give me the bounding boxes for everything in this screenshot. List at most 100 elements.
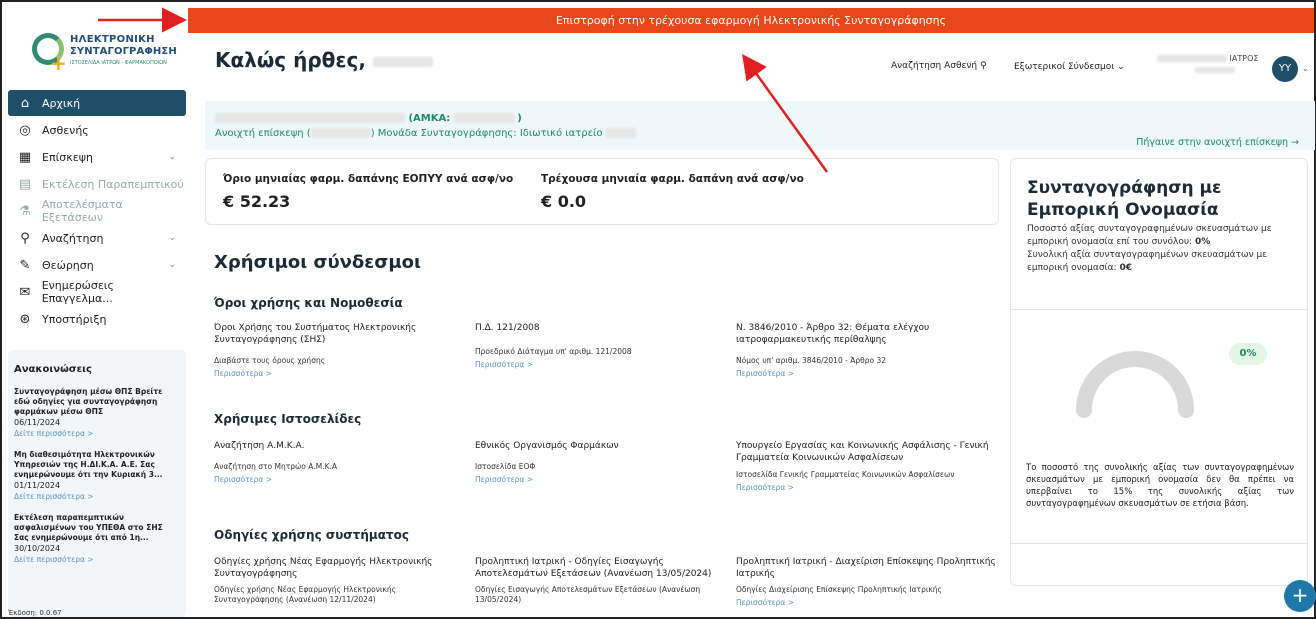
sidebar-item-approval[interactable]: ✎ Θεώρηση ⌄ [8, 252, 186, 278]
visit-prefix: Ανοιχτή επίσκεψη ( [215, 128, 311, 139]
link-card-subtitle: Οδηγίες Εισαγωγής Αποτελεσμάτων Εξετάσεω… [475, 585, 701, 604]
more-link[interactable]: Περισσότερα > [214, 475, 454, 484]
commercial-gauge [1076, 351, 1194, 418]
commercial-percent-value: 0% [1194, 237, 1211, 247]
patient-search-link[interactable]: Αναζήτηση Ασθενή ⚲ [891, 61, 987, 71]
divider [1011, 309, 1307, 310]
commercial-stats: Ποσοστό αξίας συνταγογραφημένων σκευασμά… [1027, 223, 1299, 275]
more-link[interactable]: Περισσότερα > [214, 369, 454, 378]
chevron-down-icon: ⌄ [168, 233, 176, 243]
sidebar-item-label: Ενημερώσεις Επαγγελμα... [41, 279, 114, 305]
commercial-note: Το ποσοστό της συνολικής αξίας των συντα… [1026, 463, 1294, 509]
announcement-date: 30/10/2024 [14, 544, 61, 553]
announcements-title: Ανακοινώσεις [14, 364, 92, 375]
section-title: Όροι χρήσης και Νομοθεσία [214, 296, 403, 310]
link-card[interactable]: Προληπτική Ιατρική - Οδηγίες Εισαγωγής Α… [475, 556, 725, 605]
link-card-title: Αναζήτηση Α.Μ.Κ.Α. [214, 441, 305, 451]
announcement-more-link[interactable]: Δείτε περισσότερα > [14, 492, 180, 501]
gauge-track [1076, 351, 1194, 418]
announcement-head: Εκτέλεση παραπεμπτικών ασφαλισμένων του … [14, 513, 163, 542]
link-card[interactable]: Όροι Χρήσης του Συστήματος Ηλεκτρονικής … [214, 322, 454, 378]
more-link[interactable]: Περισσότερα > [736, 369, 986, 378]
arrow-right-icon: → [1291, 137, 1299, 148]
chevron-down-icon: ⌄ [1117, 62, 1125, 72]
user-icon: ◎ [19, 122, 31, 138]
logo-line3: ΙΣΤΟΣΕΛΙΔΑ ΙΑΤΡΩΝ - ΦΑΡΜΑΚΟΠΟΙΩΝ [70, 60, 167, 66]
announcement-more-link[interactable]: Δείτε περισσότερα > [14, 429, 180, 438]
redacted-unit [605, 128, 636, 138]
more-link[interactable]: Περισσότερα > [736, 483, 1008, 492]
link-card[interactable]: Π.Δ. 121/2008 Προεδρικό Διάταγμα υπ' αρι… [475, 322, 715, 369]
gauge-percent-badge: 0% [1229, 343, 1267, 365]
plus-icon: + [1291, 583, 1309, 607]
link-card[interactable]: Υπουργείο Εργασίας και Κοινωνικής Ασφάλι… [736, 440, 1008, 492]
link-card[interactable]: Ν. 3846/2010 - Άρθρο 32: Θέματα ελέγχου … [736, 322, 986, 378]
sidebar-item-label: Εκτέλεση Παραπεμπτικού [42, 177, 184, 191]
redacted-visit-id [310, 128, 371, 138]
amka-label: (ΑΜΚΑ: [408, 113, 451, 124]
announcement-item: Εκτέλεση παραπεμπτικών ασφαλισμένων του … [14, 513, 180, 564]
logo[interactable]: + ΗΛΕΚΤΡΟΝΙΚΗ ΣΥΝΤΑΓΟΓΡΑΦΗΣΗ ΙΣΤΟΣΕΛΙΔΑ … [30, 30, 180, 78]
announcement-item: Μη διαθεσιμότητα Ηλεκτρονικών Υπηρεσιών … [14, 450, 180, 501]
more-link[interactable]: Περισσότερα > [736, 598, 1001, 607]
commercial-total-value: 0€ [1119, 263, 1132, 273]
go-to-open-visit-link[interactable]: Πήγαινε στην ανοιχτή επίσκεψη → [1136, 137, 1299, 148]
chevron-down-icon[interactable]: ⌄ [1302, 64, 1309, 73]
external-links-menu[interactable]: Εξωτερικοί Σύνδεσμοι ⌄ [1014, 62, 1125, 72]
link-card[interactable]: Αναζήτηση Α.Μ.Κ.Α. Αναζήτηση στο Μητρώο … [214, 440, 454, 484]
patient-line: (ΑΜΚΑ: ) [215, 113, 522, 124]
redacted-user-detail [1195, 67, 1235, 73]
current-spend-value: € 0.0 [541, 192, 587, 211]
home-icon: ⌂ [20, 95, 30, 111]
link-card[interactable]: Εθνικός Οργανισμός Φαρμάκων Ιστοσελίδα Ε… [475, 440, 715, 484]
sidebar-item-search[interactable]: ⚲ Αναζήτηση ⌄ [8, 225, 186, 251]
sidebar-item-label: Αρχική [42, 96, 81, 110]
sidebar-item-label: Επίσκεψη [42, 150, 93, 164]
sidebar-item-visit[interactable]: ▦ Επίσκεψη ⌄ [8, 144, 186, 170]
more-link[interactable]: Περισσότερα > [475, 475, 715, 484]
link-card[interactable]: Οδηγίες χρήσης Νέας Εφαρμογής Ηλεκτρονικ… [214, 556, 454, 605]
support-icon: ⊛ [19, 311, 31, 327]
search-icon: ⚲ [20, 230, 30, 246]
search-icon: ⚲ [979, 61, 987, 71]
sidebar-item-support[interactable]: ⊛ Υποστήριξη [8, 306, 186, 332]
sidebar-item-referral[interactable]: ▤ Εκτέλεση Παραπεμπτικού [8, 171, 186, 197]
commercial-total-label: Συνολική αξία συνταγογραφημένων σκευασμά… [1027, 250, 1268, 273]
greeting-text: Καλώς ήρθες, [215, 48, 366, 72]
user-info[interactable]: ΙΑΤΡΟΣ [1157, 54, 1258, 63]
logo-plus-icon: + [50, 51, 67, 75]
link-card-subtitle: Διαβάστε τους όρους χρήσης [214, 356, 326, 365]
announcement-date: 01/11/2024 [14, 481, 61, 490]
calendar-icon: ▦ [18, 149, 32, 165]
redacted-amka [453, 113, 514, 123]
announcement-more-link[interactable]: Δείτε περισσότερα > [14, 555, 180, 564]
document-icon: ▤ [18, 176, 32, 192]
sidebar-item-label: Αναζήτηση [42, 231, 104, 245]
sidebar-item-home[interactable]: ⌂ Αρχική [8, 90, 186, 116]
announcement-head: Συνταγογράφηση μέσω ΘΠΣ Βρείτε εδώ οδηγί… [14, 387, 163, 416]
link-card-title: Προληπτική Ιατρική - Διαχείριση Επίσκεψη… [736, 557, 996, 579]
link-card-title: Π.Δ. 121/2008 [475, 323, 540, 333]
useful-links-title: Χρήσιμοι σύνδεσμοι [214, 252, 421, 273]
sidebar: + ΗΛΕΚΤΡΟΝΙΚΗ ΣΥΝΤΑΓΟΓΡΑΦΗΣΗ ΙΣΤΟΣΕΛΙΔΑ … [8, 20, 190, 617]
patient-search-label: Αναζήτηση Ασθενή [891, 61, 978, 71]
link-card-subtitle: Οδηγίες Διαχείρισης Επίσκεψης Προληπτική… [736, 585, 942, 594]
sidebar-item-results[interactable]: ⚗ Αποτελέσματα Εξετάσεων [8, 198, 186, 224]
sidebar-item-label: Υποστήριξη [42, 312, 107, 326]
sidebar-item-patient[interactable]: ◎ Ασθενής [8, 117, 186, 143]
return-banner[interactable]: Επιστροφή στην τρέχουσα εφαρμογή Ηλεκτρο… [188, 8, 1314, 33]
more-link[interactable]: Περισσότερα > [475, 360, 715, 369]
link-card[interactable]: Προληπτική Ιατρική - Διαχείριση Επίσκεψη… [736, 556, 1001, 607]
link-card-subtitle: Νόμος υπ' αριθμ. 3846/2010 - Άρθρο 32 [736, 356, 887, 365]
link-card-subtitle: Οδηγίες χρήσης Νέας Εφαρμογής Ηλεκτρονικ… [214, 585, 397, 604]
visit-unit: ) Μονάδα Συνταγογράφησης: Ιδιωτικό ιατρε… [370, 128, 603, 139]
external-links-label: Εξωτερικοί Σύνδεσμοι [1014, 62, 1115, 72]
spending-limits-card: Όριο μηνιαίας φαρμ. δαπάνης ΕΟΠΥΥ ανά ασ… [205, 158, 999, 225]
add-button[interactable]: + [1284, 580, 1316, 612]
go-link-label: Πήγαινε στην ανοιχτή επίσκεψη [1136, 137, 1288, 148]
link-card-title: Προληπτική Ιατρική - Οδηγίες Εισαγωγής Α… [475, 557, 712, 579]
avatar[interactable]: YY [1272, 56, 1298, 82]
redacted-patient-name [215, 113, 405, 123]
mail-icon: ✉ [19, 284, 31, 300]
sidebar-item-updates[interactable]: ✉ Ενημερώσεις Επαγγελμα... [8, 279, 186, 305]
